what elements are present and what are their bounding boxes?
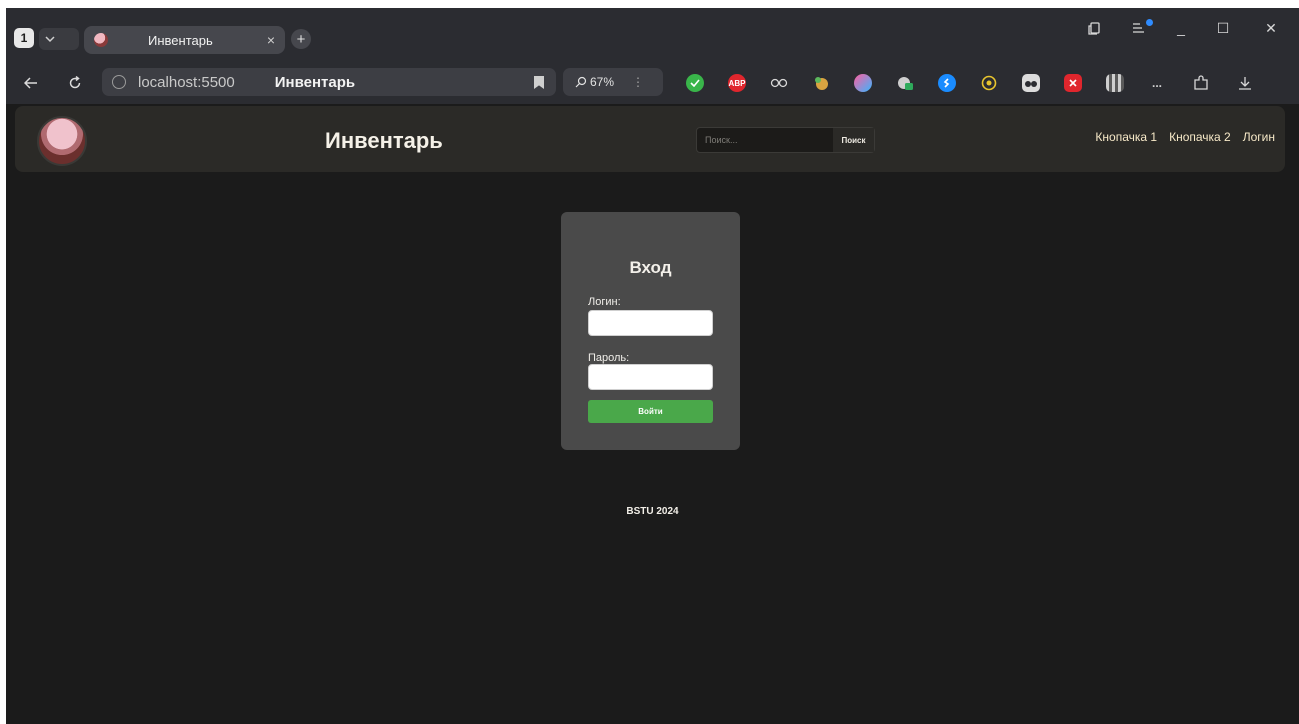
maximize-button[interactable]: ☐ — [1210, 18, 1236, 38]
zoom-indicator[interactable]: 67% ⋮ — [563, 68, 663, 96]
coin-extension-icon[interactable] — [980, 74, 998, 92]
login-label: Логин: — [588, 296, 621, 308]
minimize-button[interactable]: _ — [1168, 18, 1194, 38]
tab-close-icon[interactable]: × — [267, 32, 275, 48]
glasses-extension-icon[interactable] — [770, 74, 788, 92]
close-window-button[interactable]: ✕ — [1258, 18, 1284, 38]
tab-count-badge[interactable]: 1 — [14, 28, 34, 48]
password-input[interactable] — [588, 364, 713, 390]
notification-dot-icon — [1146, 19, 1153, 26]
extensions-puzzle-icon[interactable] — [1192, 74, 1210, 92]
zoom-level: 67% — [590, 75, 615, 89]
search-button[interactable]: Поиск — [833, 128, 874, 152]
chevron-down-icon — [45, 36, 55, 43]
cloud-extension-icon[interactable] — [896, 74, 914, 92]
new-tab-button[interactable]: + — [291, 29, 311, 49]
more-extensions-icon[interactable]: ... — [1148, 74, 1166, 92]
page-viewport: Инвентарь Поиск Кнопачка 1 Кнопачка 2 Ло… — [6, 104, 1299, 724]
address-bar[interactable]: localhost:5500 Инвентарь — [102, 68, 556, 96]
footer-text: BSTU 2024 — [626, 506, 679, 517]
active-tab[interactable]: Инвентарь × — [84, 26, 285, 54]
site-header: Инвентарь Поиск Кнопачка 1 Кнопачка 2 Ло… — [15, 106, 1285, 172]
reader-mode-icon[interactable] — [1082, 18, 1108, 38]
tampermonkey-extension-icon[interactable] — [1022, 74, 1040, 92]
adblock-plus-icon[interactable]: ABP — [728, 74, 746, 92]
nav-link-button-2[interactable]: Кнопачка 2 — [1169, 130, 1231, 144]
zoom-icon — [575, 76, 587, 88]
login-form: Вход Логин: Пароль: Войти — [561, 212, 740, 450]
tab-menu-icon[interactable] — [1126, 18, 1153, 38]
header-nav: Кнопачка 1 Кнопачка 2 Логин — [1095, 130, 1275, 144]
login-title: Вход — [629, 258, 672, 277]
download-icon[interactable] — [1236, 74, 1254, 92]
reload-icon[interactable] — [64, 72, 86, 94]
tab-strip: 1 Инвентарь × + _ ☐ ✕ — [6, 8, 1299, 64]
site-logo[interactable] — [37, 116, 87, 166]
nav-link-button-1[interactable]: Кнопачка 1 — [1095, 130, 1157, 144]
browser-toolbar: localhost:5500 Инвентарь 67% ⋮ ABP ... — [6, 64, 1299, 104]
password-label: Пароль: — [588, 352, 630, 364]
qr-code-extension-icon[interactable] — [1106, 74, 1124, 92]
browser-window: 1 Инвентарь × + _ ☐ ✕ localhost:5500 Инв… — [6, 8, 1299, 724]
site-info-icon[interactable] — [112, 75, 126, 89]
tab-list-dropdown[interactable] — [39, 28, 79, 50]
site-title: Инвентарь — [325, 128, 443, 153]
nav-link-login[interactable]: Логин — [1243, 130, 1275, 144]
back-arrow-icon[interactable] — [20, 72, 42, 94]
url-page-title: Инвентарь — [274, 73, 356, 91]
search-form: Поиск — [696, 127, 875, 153]
url-host: localhost:5500 — [138, 73, 235, 91]
disabled-extension-icon[interactable] — [1064, 74, 1082, 92]
login-input[interactable] — [588, 310, 713, 336]
color-extension-icon[interactable] — [854, 74, 872, 92]
search-input[interactable] — [697, 128, 833, 152]
bookmark-icon[interactable] — [534, 76, 544, 89]
shazam-extension-icon[interactable] — [938, 74, 956, 92]
shield-extension-icon[interactable] — [686, 74, 704, 92]
palette-extension-icon[interactable] — [812, 74, 830, 92]
zoom-menu-icon[interactable]: ⋮ — [632, 75, 644, 89]
login-submit-button[interactable]: Войти — [588, 400, 713, 423]
tab-title: Инвентарь — [148, 32, 213, 48]
tab-favicon-icon — [94, 33, 108, 47]
